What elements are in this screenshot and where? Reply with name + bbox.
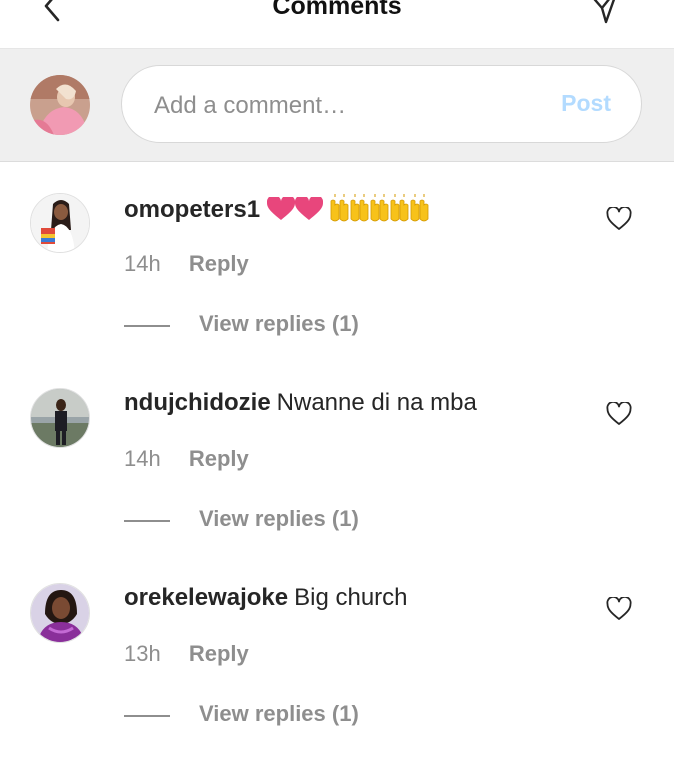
comment-username[interactable]: omopeters1	[124, 196, 260, 223]
comment-meta: 14h Reply	[124, 251, 249, 277]
like-button[interactable]	[606, 400, 632, 426]
post-button[interactable]: Post	[561, 90, 611, 117]
comment-item: omopeters1 14h Reply View replies (1)	[0, 193, 674, 383]
comment-username[interactable]: orekelewajoke	[124, 584, 288, 611]
share-button[interactable]	[586, 0, 622, 26]
view-replies-label: View replies (1)	[199, 311, 359, 336]
divider-line	[124, 325, 170, 327]
raised-hands-icon	[329, 193, 429, 231]
comment-time: 14h	[124, 446, 161, 471]
divider-line	[124, 520, 170, 522]
comment-meta: 13h Reply	[124, 641, 249, 667]
reply-button[interactable]: Reply	[189, 641, 249, 666]
comment-meta: 14h Reply	[124, 446, 249, 472]
commenter-avatar[interactable]	[30, 583, 90, 643]
divider-line	[124, 715, 170, 717]
send-icon	[593, 0, 616, 24]
reply-button[interactable]: Reply	[189, 251, 249, 276]
comment-box: Post	[121, 65, 642, 143]
reply-button[interactable]: Reply	[189, 446, 249, 471]
comment-body: Big church	[294, 584, 408, 611]
comment-input[interactable]	[152, 86, 516, 126]
view-replies-label: View replies (1)	[199, 701, 359, 726]
comment-body: Nwanne di na mba	[276, 389, 477, 416]
page-title: Comments	[272, 0, 402, 20]
heart-outline-icon	[606, 205, 632, 230]
comment-item: orekelewajoke Big church 13h Reply View r…	[0, 583, 674, 765]
comments-screen: Comments Post	[0, 0, 674, 765]
like-button[interactable]	[606, 595, 632, 621]
comment-composer: Post	[0, 49, 674, 162]
heart-icon	[266, 194, 295, 229]
heart-outline-icon	[606, 400, 632, 425]
comment-text: omopeters1	[124, 193, 429, 231]
comment-time: 13h	[124, 641, 161, 666]
comment-text: ndujchidozie Nwanne di na mba	[124, 388, 477, 418]
heart-outline-icon	[606, 595, 632, 620]
header-bar: Comments	[0, 0, 674, 49]
comment-text: orekelewajoke Big church	[124, 583, 408, 613]
current-user-avatar	[30, 75, 90, 135]
like-button[interactable]	[606, 205, 632, 231]
commenter-avatar[interactable]	[30, 193, 90, 253]
commenter-avatar[interactable]	[30, 388, 90, 448]
comment-username[interactable]: ndujchidozie	[124, 389, 271, 416]
comment-time: 14h	[124, 251, 161, 276]
view-replies-label: View replies (1)	[199, 506, 359, 531]
heart-icon	[294, 194, 323, 229]
comment-item: ndujchidozie Nwanne di na mba 14h Reply V…	[0, 388, 674, 578]
